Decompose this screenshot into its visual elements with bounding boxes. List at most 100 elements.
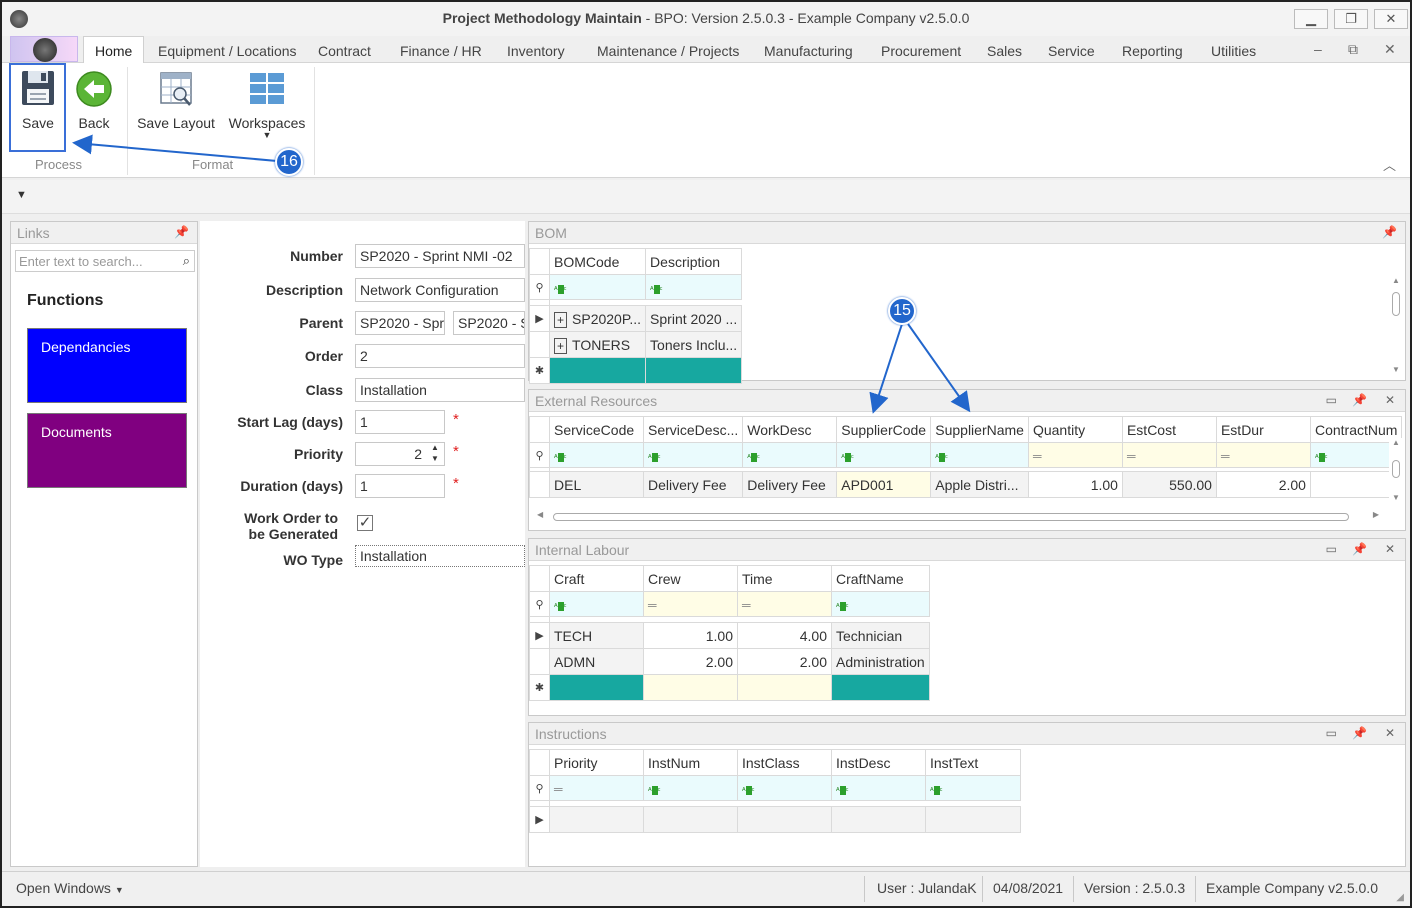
filter-cell[interactable]: ═ bbox=[549, 775, 644, 801]
menu-service[interactable]: Service bbox=[1048, 43, 1095, 59]
close-button[interactable]: ✕ bbox=[1374, 9, 1408, 29]
maximize-panel-icon[interactable]: ▭ bbox=[1326, 726, 1337, 740]
table-row[interactable]: ADMN 2.00 2.00 Administration bbox=[529, 648, 930, 675]
duration-field[interactable]: 1 bbox=[355, 474, 445, 498]
pin-icon[interactable]: 📌 bbox=[174, 225, 189, 239]
menu-finance-hr[interactable]: Finance / HR bbox=[400, 43, 482, 59]
col-header-craft[interactable]: Craft bbox=[549, 565, 644, 592]
col-header-insttext[interactable]: InstText bbox=[925, 749, 1021, 776]
filter-cell[interactable]: ᴬᶜ bbox=[548, 274, 647, 300]
pin-icon[interactable]: 📌 bbox=[1382, 225, 1397, 239]
filter-cell[interactable]: ═ bbox=[1121, 442, 1217, 468]
col-header-suppliername[interactable]: SupplierName bbox=[930, 416, 1029, 443]
save-layout-button[interactable]: Save Layout bbox=[136, 67, 216, 131]
number-field[interactable]: SP2020 - Sprint NMI -02 bbox=[355, 244, 525, 268]
parent-code-field[interactable]: SP2020 - Sprint bbox=[355, 311, 445, 335]
minimize-button[interactable]: ▁ bbox=[1294, 9, 1328, 29]
menu-contract[interactable]: Contract bbox=[318, 43, 371, 59]
open-windows-button[interactable]: Open Windows ▼ bbox=[16, 880, 124, 896]
close-panel-icon[interactable]: ✕ bbox=[1385, 542, 1395, 556]
menu-sales[interactable]: Sales bbox=[987, 43, 1022, 59]
tile-documents[interactable]: Documents bbox=[27, 413, 187, 488]
col-header-estdur[interactable]: EstDur bbox=[1215, 416, 1311, 443]
filter-cell[interactable]: ᴬᶜ bbox=[831, 775, 926, 801]
collapse-ribbon-icon[interactable]: ︿ bbox=[1383, 155, 1396, 174]
links-search-input[interactable]: Enter text to search... ⌕ bbox=[15, 250, 195, 272]
table-row[interactable]: ▶ + SP2020P... Sprint 2020 ... bbox=[529, 305, 743, 332]
col-header-time[interactable]: Time bbox=[737, 565, 832, 592]
tile-dependancies[interactable]: Dependancies bbox=[27, 328, 187, 403]
external-vertical-scrollbar[interactable]: ▲ ▼ bbox=[1389, 438, 1403, 502]
col-header-estcost[interactable]: EstCost bbox=[1121, 416, 1217, 443]
table-row[interactable]: + TONERS Toners Inclu... bbox=[529, 331, 743, 358]
class-field[interactable]: Installation bbox=[355, 378, 525, 402]
order-field[interactable]: 2 bbox=[355, 344, 525, 368]
mdi-restore-icon[interactable]: ⧉ bbox=[1348, 41, 1358, 58]
wo-type-field[interactable]: Installation bbox=[355, 545, 525, 567]
description-field[interactable]: Network Configuration bbox=[355, 278, 525, 302]
menu-maintenance-projects[interactable]: Maintenance / Projects bbox=[597, 43, 739, 59]
menu-utilities[interactable]: Utilities bbox=[1211, 43, 1256, 59]
menu-inventory[interactable]: Inventory bbox=[507, 43, 565, 59]
table-row[interactable]: ▶ bbox=[529, 806, 1021, 833]
col-header-suppliercode[interactable]: SupplierCode bbox=[836, 416, 932, 443]
filter-cell[interactable]: ᴬᶜ bbox=[831, 591, 930, 617]
col-header-servicecode[interactable]: ServiceCode bbox=[549, 416, 644, 443]
filter-cell[interactable]: ᴬᶜ bbox=[836, 442, 932, 468]
col-header-workdesc[interactable]: WorkDesc bbox=[742, 416, 838, 443]
filter-cell[interactable]: ═ bbox=[737, 591, 832, 617]
col-header-crew[interactable]: Crew bbox=[643, 565, 738, 592]
filter-cell[interactable]: ᴬᶜ bbox=[549, 442, 644, 468]
filter-cell[interactable]: ᴬᶜ bbox=[643, 775, 738, 801]
filter-cell[interactable]: ᴬᶜ bbox=[737, 775, 832, 801]
mdi-minimize-icon[interactable]: – bbox=[1314, 41, 1322, 57]
mdi-close-icon[interactable]: ✕ bbox=[1384, 41, 1396, 58]
spinner-arrows-icon[interactable]: ▲ ▼ bbox=[431, 442, 439, 464]
col-header-servicedesc[interactable]: ServiceDesc... bbox=[642, 416, 744, 443]
filter-cell[interactable]: ᴬᶜ bbox=[642, 442, 744, 468]
new-row[interactable]: ✱ bbox=[529, 674, 930, 701]
start-lag-field[interactable]: 1 bbox=[355, 410, 445, 434]
menu-manufacturing[interactable]: Manufacturing bbox=[764, 43, 853, 59]
filter-cell[interactable]: ═ bbox=[1027, 442, 1123, 468]
menu-equipment-locations[interactable]: Equipment / Locations bbox=[158, 43, 297, 59]
filter-cell[interactable]: ᴬᶜ bbox=[645, 274, 743, 300]
wo-generated-checkbox[interactable]: ✓ bbox=[357, 515, 373, 531]
col-header-description[interactable]: Description bbox=[645, 248, 743, 275]
quick-access-dropdown-icon[interactable]: ▼ bbox=[16, 189, 27, 201]
search-icon[interactable]: ⌕ bbox=[183, 253, 190, 269]
filter-cell[interactable]: ᴬᶜ bbox=[925, 775, 1021, 801]
filter-cell[interactable]: ᴬᶜ bbox=[549, 591, 644, 617]
col-header-bomcode[interactable]: BOMCode bbox=[548, 248, 647, 275]
col-header-instclass[interactable]: InstClass bbox=[737, 749, 832, 776]
maximize-panel-icon[interactable]: ▭ bbox=[1326, 542, 1337, 556]
maximize-panel-icon[interactable]: ▭ bbox=[1326, 393, 1337, 407]
expand-icon[interactable]: + bbox=[554, 311, 568, 328]
col-header-instnum[interactable]: InstNum bbox=[643, 749, 738, 776]
expand-icon[interactable]: + bbox=[554, 337, 568, 354]
table-row[interactable]: DEL Delivery Fee Delivery Fee APD001 App… bbox=[529, 471, 1403, 498]
table-row[interactable]: ▶ TECH 1.00 4.00 Technician bbox=[529, 622, 930, 649]
col-header-quantity[interactable]: Quantity bbox=[1027, 416, 1123, 443]
filter-cell[interactable]: ᴬᶜ bbox=[742, 442, 838, 468]
col-header-priority[interactable]: Priority bbox=[549, 749, 644, 776]
app-menu-logo[interactable] bbox=[10, 36, 78, 62]
filter-cell[interactable]: ═ bbox=[1215, 442, 1311, 468]
back-button[interactable]: Back bbox=[72, 67, 116, 131]
close-panel-icon[interactable]: ✕ bbox=[1385, 393, 1395, 407]
menu-reporting[interactable]: Reporting bbox=[1122, 43, 1183, 59]
col-header-craftname[interactable]: CraftName bbox=[831, 565, 930, 592]
menu-home[interactable]: Home bbox=[83, 36, 145, 64]
resize-grip-icon[interactable]: ◢ bbox=[1396, 892, 1404, 903]
workspaces-button[interactable]: Workspaces ▼ bbox=[228, 67, 306, 140]
filter-cell[interactable]: ═ bbox=[643, 591, 738, 617]
bom-vertical-scrollbar[interactable]: ▲ ▼ bbox=[1389, 276, 1403, 376]
maximize-button[interactable]: ❐ bbox=[1334, 9, 1368, 29]
new-row[interactable]: ✱ bbox=[529, 357, 743, 384]
pin-icon[interactable]: 📌 bbox=[1352, 542, 1367, 556]
menu-procurement[interactable]: Procurement bbox=[881, 43, 961, 59]
pin-icon[interactable]: 📌 bbox=[1352, 393, 1367, 407]
close-panel-icon[interactable]: ✕ bbox=[1385, 726, 1395, 740]
col-header-instdesc[interactable]: InstDesc bbox=[831, 749, 926, 776]
pin-icon[interactable]: 📌 bbox=[1352, 726, 1367, 740]
